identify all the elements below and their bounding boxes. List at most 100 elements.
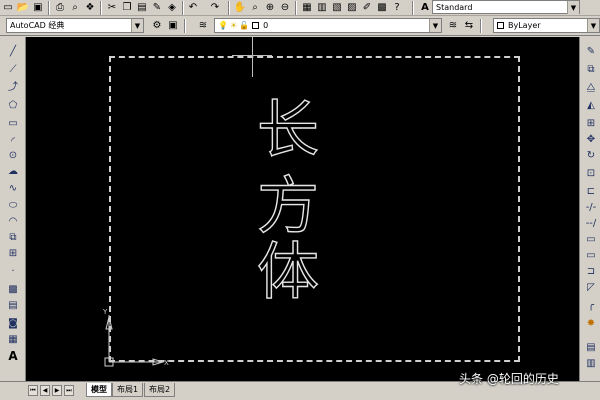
layer-color-swatch [252,22,260,29]
text-style-select[interactable]: Standard ▼ [432,0,580,14]
join-icon[interactable]: ⊐ [583,265,599,279]
revision-cloud-icon[interactable]: ☁ [5,165,21,179]
outline-character-1[interactable]: 长 [248,98,328,161]
erase-icon[interactable]: ✎ [583,45,599,59]
polyline-icon[interactable]: ⤴ [5,81,21,95]
tab-model[interactable]: 模型 [86,383,112,397]
table-icon[interactable]: ▦ [5,333,21,347]
circle-icon[interactable]: ⊙ [5,149,21,163]
ucs-x-label: X [164,359,169,367]
multiline-text-icon[interactable]: A [5,349,21,363]
publish-icon[interactable]: ❖ [83,1,97,15]
separator [480,19,482,33]
break-at-point-icon[interactable]: ▭ [583,233,599,247]
save-icon[interactable]: ▣ [31,1,45,15]
tool-palettes-icon[interactable]: ▧ [330,1,344,15]
preview-icon[interactable]: ⌕ [68,1,82,15]
stretch-icon[interactable]: ⊏ [583,185,599,199]
prev-tab-icon[interactable]: ◀ [40,385,50,396]
first-tab-icon[interactable]: ⏮ [28,385,38,396]
extend-icon[interactable]: --/ [583,217,599,231]
paste-icon[interactable]: ▤ [135,1,149,15]
block-editor-icon[interactable]: ◈ [165,1,179,15]
sheet-set-icon[interactable]: ▨ [345,1,359,15]
draw-order-icon[interactable]: ▤ [583,341,599,355]
calculator-icon[interactable]: ▩ [375,1,389,15]
linetype-select[interactable]: ByLayer ▼ [493,18,600,33]
chevron-down-icon[interactable]: ▼ [429,19,441,32]
make-current-layer-icon[interactable]: ≋ [446,19,460,33]
separator [184,19,186,33]
workspace-value: AutoCAD 经典 [10,21,65,30]
workspace-save-icon[interactable]: ▣ [166,19,180,33]
layer-bulb-icon: 💡 [218,21,228,30]
plot-icon[interactable]: ⎙ [53,1,67,15]
pan-icon[interactable]: ✋ [233,1,247,15]
last-tab-icon[interactable]: ⏭ [64,385,74,396]
text-style-icon[interactable]: A [418,1,432,15]
region-icon[interactable]: ◙ [5,317,21,331]
separator [412,1,414,15]
copy-icon[interactable]: ❐ [120,1,134,15]
point-icon[interactable]: · [5,265,21,279]
fillet-icon[interactable]: ╭ [583,299,599,313]
hatch-icon[interactable]: ▩ [5,283,21,297]
match-icon[interactable]: ✎ [150,1,164,15]
standard-toolbar: ▭ 📂 ▣ ⎙ ⌕ ❖ ✂ ❐ ▤ ✎ ◈ ↶ ↷ ✋ ⌕ ⊕ ⊖ ▦ ▥ ▧ … [0,0,600,16]
spline-icon[interactable]: ∿ [5,182,21,196]
trim-icon[interactable]: -/- [583,201,599,215]
chamfer-icon[interactable]: ◸ [583,281,599,295]
layer-previous-icon[interactable]: ⇆ [462,19,476,33]
markup-icon[interactable]: ✐ [360,1,374,15]
zoom-realtime-icon[interactable]: ⌕ [248,1,262,15]
break-icon[interactable]: ▭ [583,249,599,263]
layer-sun-icon: ☀ [229,21,238,30]
rectangle-icon[interactable]: ▭ [5,117,21,131]
arc-icon[interactable]: ◜ [5,135,21,149]
drawing-canvas[interactable]: 长 方 体 Y X [26,37,579,381]
make-block-icon[interactable]: ⊞ [5,247,21,261]
ellipse-icon[interactable]: ⬭ [5,199,21,213]
next-tab-icon[interactable]: ▶ [52,385,62,396]
undo-icon[interactable]: ↶ [186,1,200,15]
properties-icon[interactable]: ▦ [300,1,314,15]
chevron-down-icon[interactable]: ▼ [131,19,143,32]
new-icon[interactable]: ▭ [1,1,15,15]
explode-icon[interactable]: ✸ [583,317,599,331]
zoom-window-icon[interactable]: ⊕ [263,1,277,15]
redo-icon[interactable]: ↷ [208,1,222,15]
help-icon[interactable]: ? [390,1,404,15]
copy-object-icon[interactable]: ⧉ [583,63,599,77]
tab-layout1[interactable]: 布局1 [112,383,144,397]
design-center-icon[interactable]: ▥ [315,1,329,15]
draw-order-front-icon[interactable]: ▥ [583,357,599,371]
insert-block-icon[interactable]: ⧉ [5,231,21,245]
workspace-layer-toolbar: AutoCAD 经典 ▼ ⚙ ▣ ≋ 💡 ☀ 🔓 0 ▼ ≋ ⇆ ByLayer… [0,16,600,36]
outline-character-2[interactable]: 方 [248,174,328,237]
array-icon[interactable]: ⊞ [583,117,599,131]
outline-character-3[interactable]: 体 [248,240,328,303]
scale-icon[interactable]: ⊡ [583,167,599,181]
move-icon[interactable]: ✥ [583,133,599,147]
cut-icon[interactable]: ✂ [105,1,119,15]
linetype-value: ByLayer [508,21,541,30]
workspace-select[interactable]: AutoCAD 经典 ▼ [6,18,144,33]
offset-icon[interactable]: ◭ [583,99,599,113]
layer-select[interactable]: 💡 ☀ 🔓 0 ▼ [214,18,442,33]
construction-line-icon[interactable]: ⟋ [5,63,21,77]
zoom-previous-icon[interactable]: ⊖ [278,1,292,15]
mirror-icon[interactable]: ⧋ [583,81,599,95]
layer-manager-icon[interactable]: ≋ [196,19,210,33]
ucs-y-label: Y [102,308,108,316]
tab-layout2[interactable]: 布局2 [144,383,176,397]
workspace-settings-icon[interactable]: ⚙ [150,19,164,33]
line-icon[interactable]: ╱ [5,45,21,59]
gradient-icon[interactable]: ▤ [5,299,21,313]
layer-lock-icon: 🔓 [239,21,250,30]
polygon-icon[interactable]: ⬠ [5,99,21,113]
open-icon[interactable]: 📂 [16,1,30,15]
rotate-icon[interactable]: ↻ [583,149,599,163]
chevron-down-icon[interactable]: ▼ [567,1,579,14]
chevron-down-icon[interactable]: ▼ [587,19,599,32]
ellipse-arc-icon[interactable]: ◠ [5,215,21,229]
